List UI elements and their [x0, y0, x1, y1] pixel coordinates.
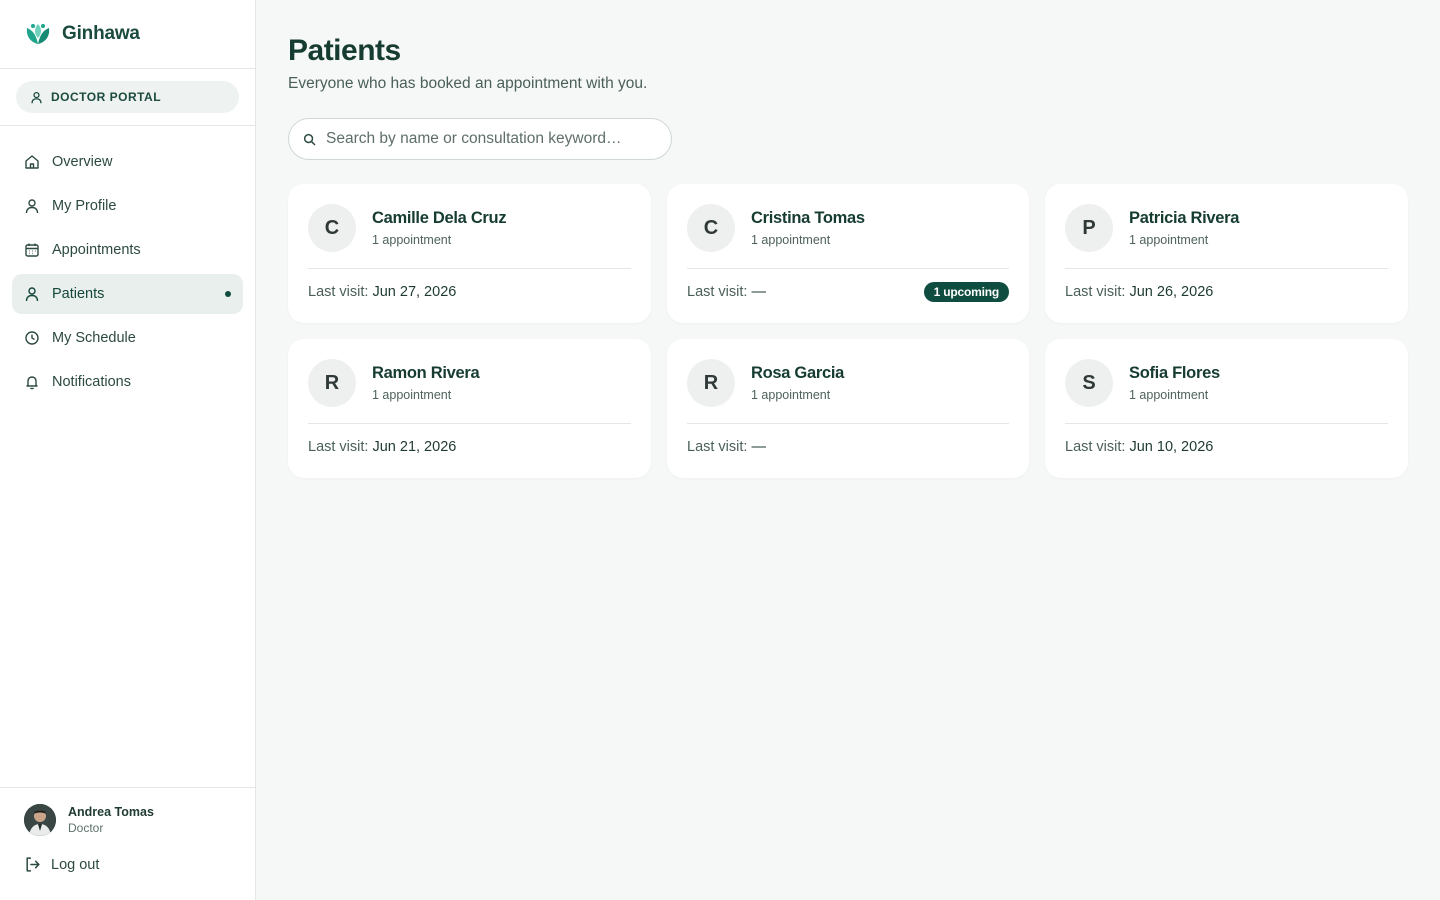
appointment-count: 1 appointment [751, 233, 831, 247]
last-visit-date: Jun 21, 2026 [372, 439, 457, 455]
patient-card[interactable]: R Rosa Garcia 1 appointment Last visit: … [667, 339, 1029, 478]
patient-initial-avatar: P [1065, 204, 1113, 252]
search-box[interactable] [288, 118, 672, 160]
card-divider [687, 268, 1009, 269]
doctor-portal-badge: DOCTOR PORTAL [16, 81, 239, 113]
user-info: Andrea Tomas Doctor [68, 805, 154, 835]
patient-card[interactable]: R Ramon Rivera 1 appointment Last visit:… [288, 339, 651, 478]
appointment-count: 1 appointment [372, 388, 452, 402]
last-visit-label: Last visit: [687, 439, 748, 455]
calendar-icon [25, 243, 39, 257]
last-visit-date: Jun 27, 2026 [372, 284, 457, 300]
patient-initial-avatar: C [687, 204, 735, 252]
sidebar-item-my-profile[interactable]: My Profile [12, 186, 243, 226]
sidebar-item-appointments[interactable]: Appointments [12, 230, 243, 270]
sidebar-item-patients[interactable]: Patients [12, 274, 243, 314]
sidebar-item-label: Overview [52, 154, 113, 170]
sidebar-item-label: My Schedule [52, 330, 136, 346]
patient-name: Rosa Garcia [751, 364, 845, 382]
card-divider [308, 423, 631, 424]
card-divider [687, 423, 1009, 424]
user-icon [31, 91, 42, 103]
sidebar: Ginhawa DOCTOR PORTAL Overview My Profil… [0, 0, 256, 900]
user-profile[interactable]: Andrea Tomas Doctor [24, 804, 231, 836]
user-icon [25, 287, 39, 302]
sidebar-item-label: Appointments [52, 242, 141, 258]
patient-card[interactable]: C Cristina Tomas 1 appointment Last visi… [667, 184, 1029, 323]
card-divider [1065, 423, 1388, 424]
patient-initial-avatar: R [308, 359, 356, 407]
appointment-count: 1 appointment [1129, 388, 1209, 402]
upcoming-badge: 1 upcoming [923, 282, 1009, 302]
patient-card[interactable]: C Camille Dela Cruz 1 appointment Last v… [288, 184, 651, 323]
search-icon [303, 133, 316, 145]
last-visit-date: Jun 26, 2026 [1129, 284, 1214, 300]
page-subtitle: Everyone who has booked an appointment w… [288, 75, 648, 92]
bell-icon [26, 376, 38, 390]
user-area: Andrea Tomas Doctor Log out [0, 787, 255, 900]
patient-card[interactable]: P Patricia Rivera 1 appointment Last vis… [1045, 184, 1408, 323]
patient-card[interactable]: S Sofia Flores 1 appointment Last visit:… [1045, 339, 1408, 478]
last-visit: Last visit: Jun 27, 2026 [308, 284, 456, 300]
portal-section: DOCTOR PORTAL [0, 69, 255, 126]
patient-grid: C Camille Dela Cruz 1 appointment Last v… [288, 184, 1408, 478]
last-visit: Last visit: Jun 21, 2026 [308, 439, 456, 455]
brand[interactable]: Ginhawa [0, 0, 255, 69]
last-visit: Last visit: — [687, 439, 766, 455]
appointment-count: 1 appointment [751, 388, 831, 402]
sidebar-nav: Overview My Profile Appointments Patient… [0, 126, 255, 402]
patient-initial-avatar: C [308, 204, 356, 252]
patient-initial-avatar: S [1065, 359, 1113, 407]
appointment-count: 1 appointment [372, 233, 452, 247]
user-icon [25, 199, 39, 214]
ginhawa-logo-icon [26, 24, 50, 44]
last-visit: Last visit: Jun 26, 2026 [1065, 284, 1213, 300]
last-visit-date: Jun 10, 2026 [1129, 439, 1214, 455]
appointment-count: 1 appointment [1129, 233, 1209, 247]
card-divider [1065, 268, 1388, 269]
last-visit-label: Last visit: [1065, 439, 1126, 455]
last-visit-date: — [751, 284, 766, 300]
patient-name: Ramon Rivera [372, 364, 480, 382]
sidebar-item-my-schedule[interactable]: My Schedule [12, 318, 243, 358]
patient-name: Patricia Rivera [1129, 209, 1240, 227]
last-visit-label: Last visit: [308, 284, 369, 300]
last-visit-label: Last visit: [1065, 284, 1126, 300]
sidebar-item-notifications[interactable]: Notifications [12, 362, 243, 402]
portal-label: DOCTOR PORTAL [51, 90, 162, 104]
brand-name: Ginhawa [62, 23, 140, 44]
sidebar-item-label: My Profile [52, 198, 117, 214]
sidebar-item-label: Patients [52, 286, 105, 302]
last-visit-label: Last visit: [687, 284, 748, 300]
logout-button[interactable]: Log out [24, 856, 231, 873]
card-divider [308, 268, 631, 269]
last-visit-date: — [751, 439, 766, 455]
last-visit: Last visit: — [687, 284, 766, 300]
main-content: Patients Everyone who has booked an appo… [288, 32, 1408, 478]
search-input[interactable] [326, 130, 671, 148]
sidebar-item-overview[interactable]: Overview [12, 142, 243, 182]
sidebar-item-label: Notifications [52, 374, 131, 390]
home-icon [25, 155, 39, 169]
logout-label: Log out [51, 856, 100, 873]
patient-initial-avatar: R [687, 359, 735, 407]
user-name: Andrea Tomas [68, 805, 154, 819]
last-visit: Last visit: Jun 10, 2026 [1065, 439, 1213, 455]
clock-icon [25, 331, 39, 345]
active-indicator-dot [225, 291, 231, 297]
page-title: Patients [288, 34, 401, 67]
user-role: Doctor [68, 821, 104, 835]
logout-icon [26, 857, 40, 872]
patient-name: Cristina Tomas [751, 209, 865, 227]
patient-name: Camille Dela Cruz [372, 209, 507, 227]
avatar-image [24, 804, 56, 836]
avatar [24, 804, 56, 836]
patient-name: Sofia Flores [1129, 364, 1220, 382]
last-visit-label: Last visit: [308, 439, 369, 455]
